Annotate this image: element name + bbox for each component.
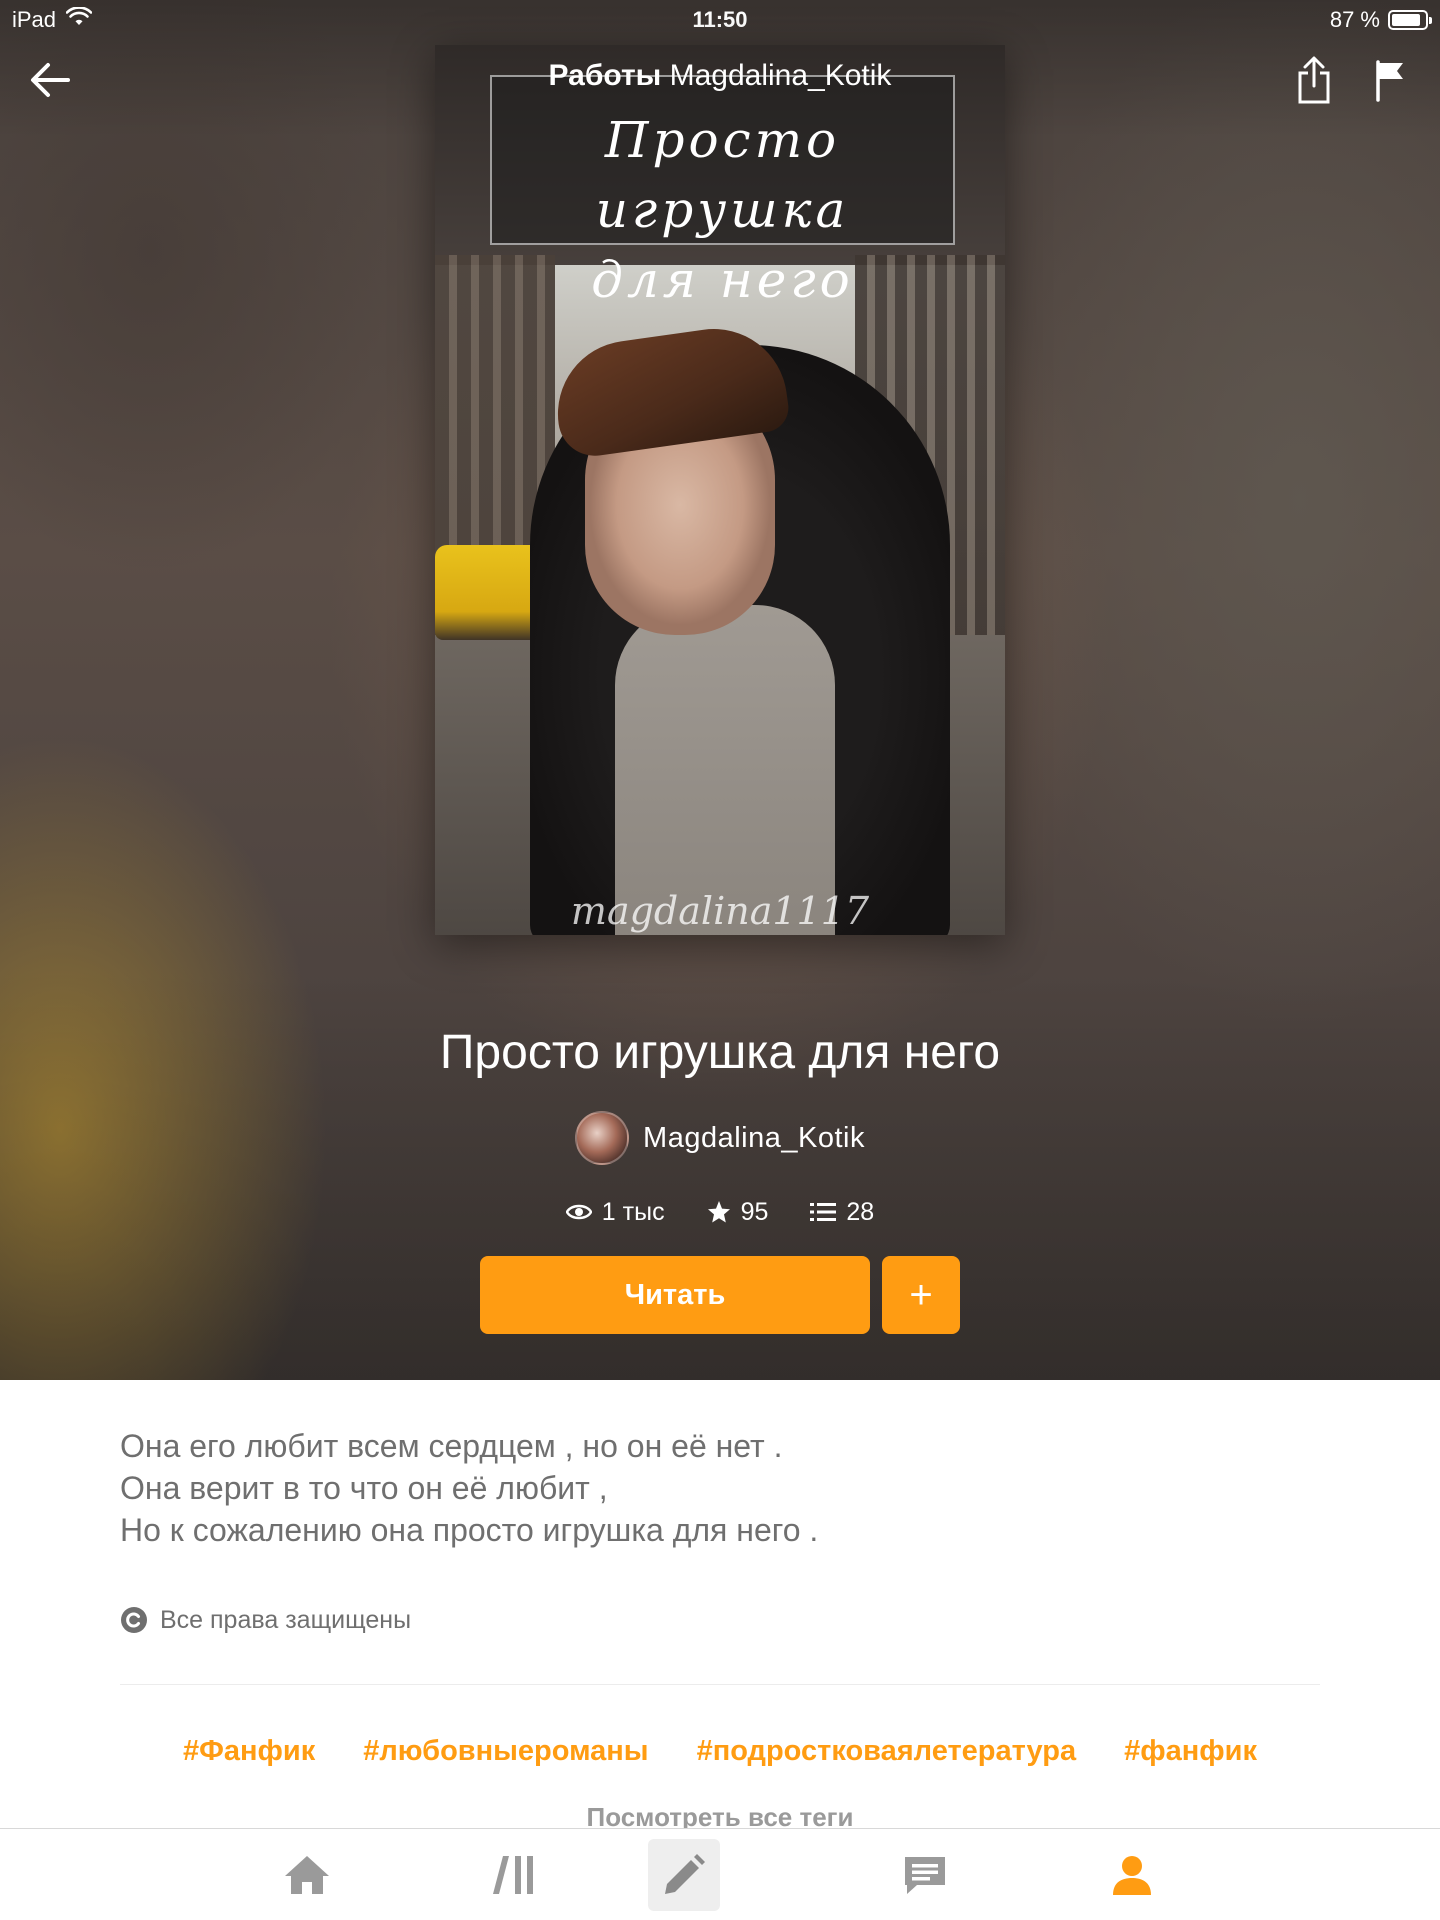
avatar [575,1111,630,1165]
status-right: 87 % [1329,7,1432,33]
tab-write[interactable] [648,1839,720,1911]
pencil-icon [665,1854,705,1894]
parts-count: 28 [846,1197,875,1226]
flag-icon [1376,60,1403,102]
arrow-left-icon [31,63,70,97]
cover-author-name: Magdalina_Kotik [669,59,892,92]
list-icon [810,1203,837,1221]
tag[interactable]: #любовныероманы [363,1735,648,1785]
cover-shirt [615,605,835,935]
divider [120,1684,1320,1685]
cover-title: Просто игрушка для него [490,105,955,315]
cover-title-line: Просто игрушка [595,111,850,239]
messages-icon [905,1857,945,1894]
book-cover[interactable]: Работы Magdalina_Kotik Просто игрушка дл… [435,45,1005,935]
tag[interactable]: #фанфик [1124,1735,1257,1785]
share-button[interactable] [1284,48,1344,112]
status-bar: iPad 11:50 87 % [0,0,1440,40]
cover-author: Работы Magdalina_Kotik [435,59,1005,93]
status-time: 11:50 [692,7,748,32]
description-line: Она его любит всем сердцем , но он её не… [120,1428,783,1464]
library-icon [493,1856,533,1894]
eye-icon [565,1204,592,1220]
share-icon [1298,56,1330,104]
parts-stat: 28 [810,1198,874,1227]
story-hero: iPad 11:50 87 % Работы Magdalina_Kotik П… [0,0,1440,1380]
votes-count: 95 [740,1197,769,1226]
tag[interactable]: #Фанфик [183,1735,315,1785]
copyright-icon [121,1607,147,1633]
tag-list: #Фанфик #любовныероманы #подростковаялет… [0,1735,1440,1785]
tab-messages[interactable] [889,1839,961,1911]
author-link[interactable]: Magdalina_Kotik [0,1110,1440,1166]
tag[interactable]: #подростковаялетература [697,1735,1077,1785]
author-name: Magdalina_Kotik [643,1121,865,1154]
profile-icon [1113,1856,1151,1895]
add-to-library-button[interactable]: + [882,1256,960,1334]
back-button[interactable] [20,50,80,110]
battery-icon [1388,10,1432,30]
reads-count: 1 тыс [601,1197,665,1226]
story-stats: 1 тыс 95 28 [0,1192,1440,1232]
cover-watermark: magdalina1117 [570,889,870,933]
tab-profile[interactable] [1096,1839,1168,1911]
cover-author-prefix: Работы [548,59,662,92]
report-button[interactable] [1360,48,1420,112]
cover-title-line: для него [591,251,854,309]
home-icon [285,1856,329,1894]
votes-stat: 95 [707,1197,769,1227]
tab-library[interactable] [478,1839,550,1911]
read-button[interactable]: Читать [480,1256,870,1334]
copyright-notice: Все права защищены [120,1602,411,1638]
battery-fill [1392,14,1420,26]
tab-bar [0,1828,1440,1920]
reads-stat: 1 тыс [565,1197,665,1227]
story-title: Просто игрушка для него [439,1026,1001,1079]
description-line: Но к сожалению она просто игрушка для не… [120,1512,819,1548]
battery-percent: 87 % [1329,7,1380,32]
story-description: Она его любит всем сердцем , но он её не… [120,1425,1320,1551]
tab-home[interactable] [271,1839,343,1911]
copyright-text: Все права защищены [160,1605,412,1634]
description-line: Она верит в то что он её любит , [120,1470,608,1506]
star-icon [707,1201,730,1223]
